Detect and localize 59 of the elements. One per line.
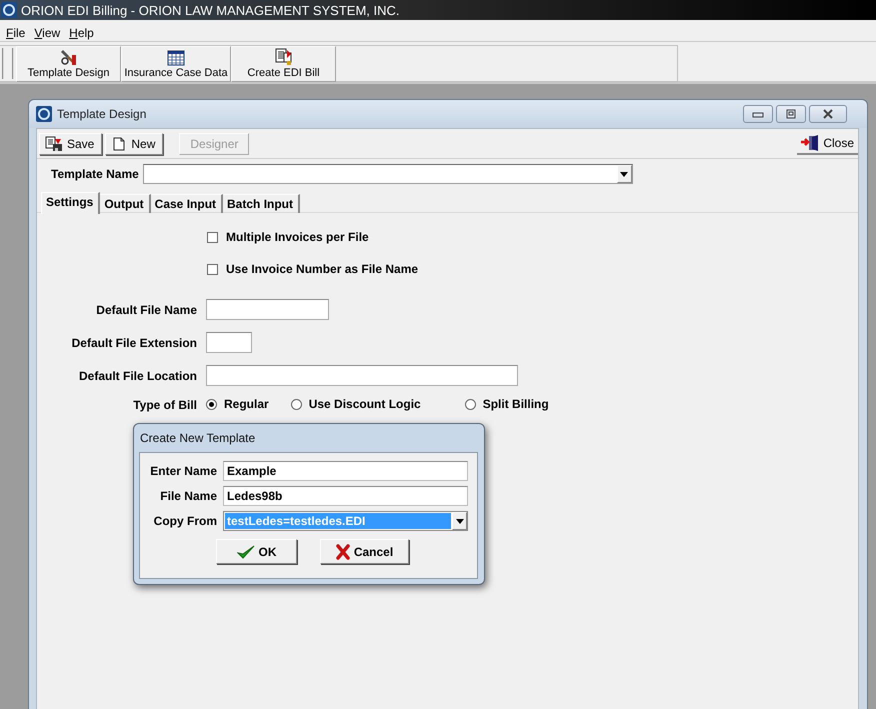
template-name-dropdown[interactable] (142, 164, 633, 184)
dialog-title: Create New Template (139, 430, 256, 447)
cross-icon (336, 544, 350, 560)
maximize-button[interactable] (776, 105, 806, 123)
input-field[interactable] (206, 332, 252, 353)
calendar-icon (167, 50, 185, 66)
save-icon (45, 136, 63, 152)
radio-button[interactable] (206, 398, 217, 410)
toolbar-button[interactable]: Template Design (16, 46, 121, 82)
window-title: ORION EDI Billing - ORION LAW MANAGEMENT SYSTEM, INC. (21, 2, 400, 18)
toolbar-button[interactable]: Insurance Case Data (121, 46, 231, 82)
field-label: Type of Bill (132, 398, 197, 412)
tab[interactable]: Settings (41, 192, 100, 214)
checkbox-label: Multiple Invoices per File (226, 230, 369, 244)
dropdown-arrow-icon (620, 172, 628, 176)
toolbar-button[interactable]: Create EDI Bill (231, 46, 336, 82)
document-icon (274, 48, 292, 66)
field-label: Enter Name (150, 464, 217, 478)
menu-item[interactable]: View (34, 26, 60, 40)
checkbox-label: Use Invoice Number as File Name (226, 262, 418, 276)
checkbox[interactable] (207, 264, 218, 274)
close-button[interactable]: Close (797, 132, 858, 154)
checkmark-icon (236, 544, 254, 560)
tab[interactable]: Case Input (150, 194, 224, 213)
radio-label: Regular (224, 397, 269, 411)
toolbar-grip[interactable] (2, 48, 14, 79)
radio-button[interactable] (290, 398, 302, 410)
dropdown-arrow-icon (456, 518, 464, 524)
field-label: Default File Extension (70, 336, 197, 350)
input-field[interactable] (206, 299, 329, 320)
field-label: Default File Location (78, 368, 197, 382)
field-label: File Name (159, 489, 217, 503)
input-field[interactable] (206, 365, 518, 386)
field-label: Default File Name (95, 302, 197, 316)
close-button[interactable] (809, 105, 847, 123)
app-logo-icon (36, 106, 52, 122)
minimize-button[interactable] (743, 105, 773, 123)
input-field[interactable]: Ledes98b (223, 486, 468, 506)
radio-button[interactable] (464, 398, 476, 410)
window-title: Template Design (57, 107, 146, 121)
checkbox[interactable] (207, 232, 218, 242)
menu-item[interactable]: File (6, 26, 26, 40)
tools-icon (60, 48, 78, 66)
ok-button[interactable]: OK (216, 539, 297, 564)
tab[interactable]: Batch Input (223, 194, 300, 213)
radio-label: Use Discount Logic (308, 397, 421, 411)
menu-item[interactable]: Help (69, 26, 94, 40)
tab[interactable]: Output (100, 194, 151, 213)
app-logo-icon (1, 2, 17, 18)
cancel-button[interactable]: Cancel (320, 539, 409, 564)
close-icon (822, 109, 834, 119)
radio-label: Split Billing (482, 397, 549, 411)
toolbar-button[interactable]: New (105, 132, 164, 154)
input-field[interactable]: Example (223, 461, 468, 481)
field-label: Copy From (152, 514, 217, 528)
field-label: Template Name (51, 167, 139, 181)
maximize-icon (785, 109, 797, 119)
toolbar-button[interactable]: Save (39, 132, 102, 154)
new-document-icon (111, 136, 128, 152)
